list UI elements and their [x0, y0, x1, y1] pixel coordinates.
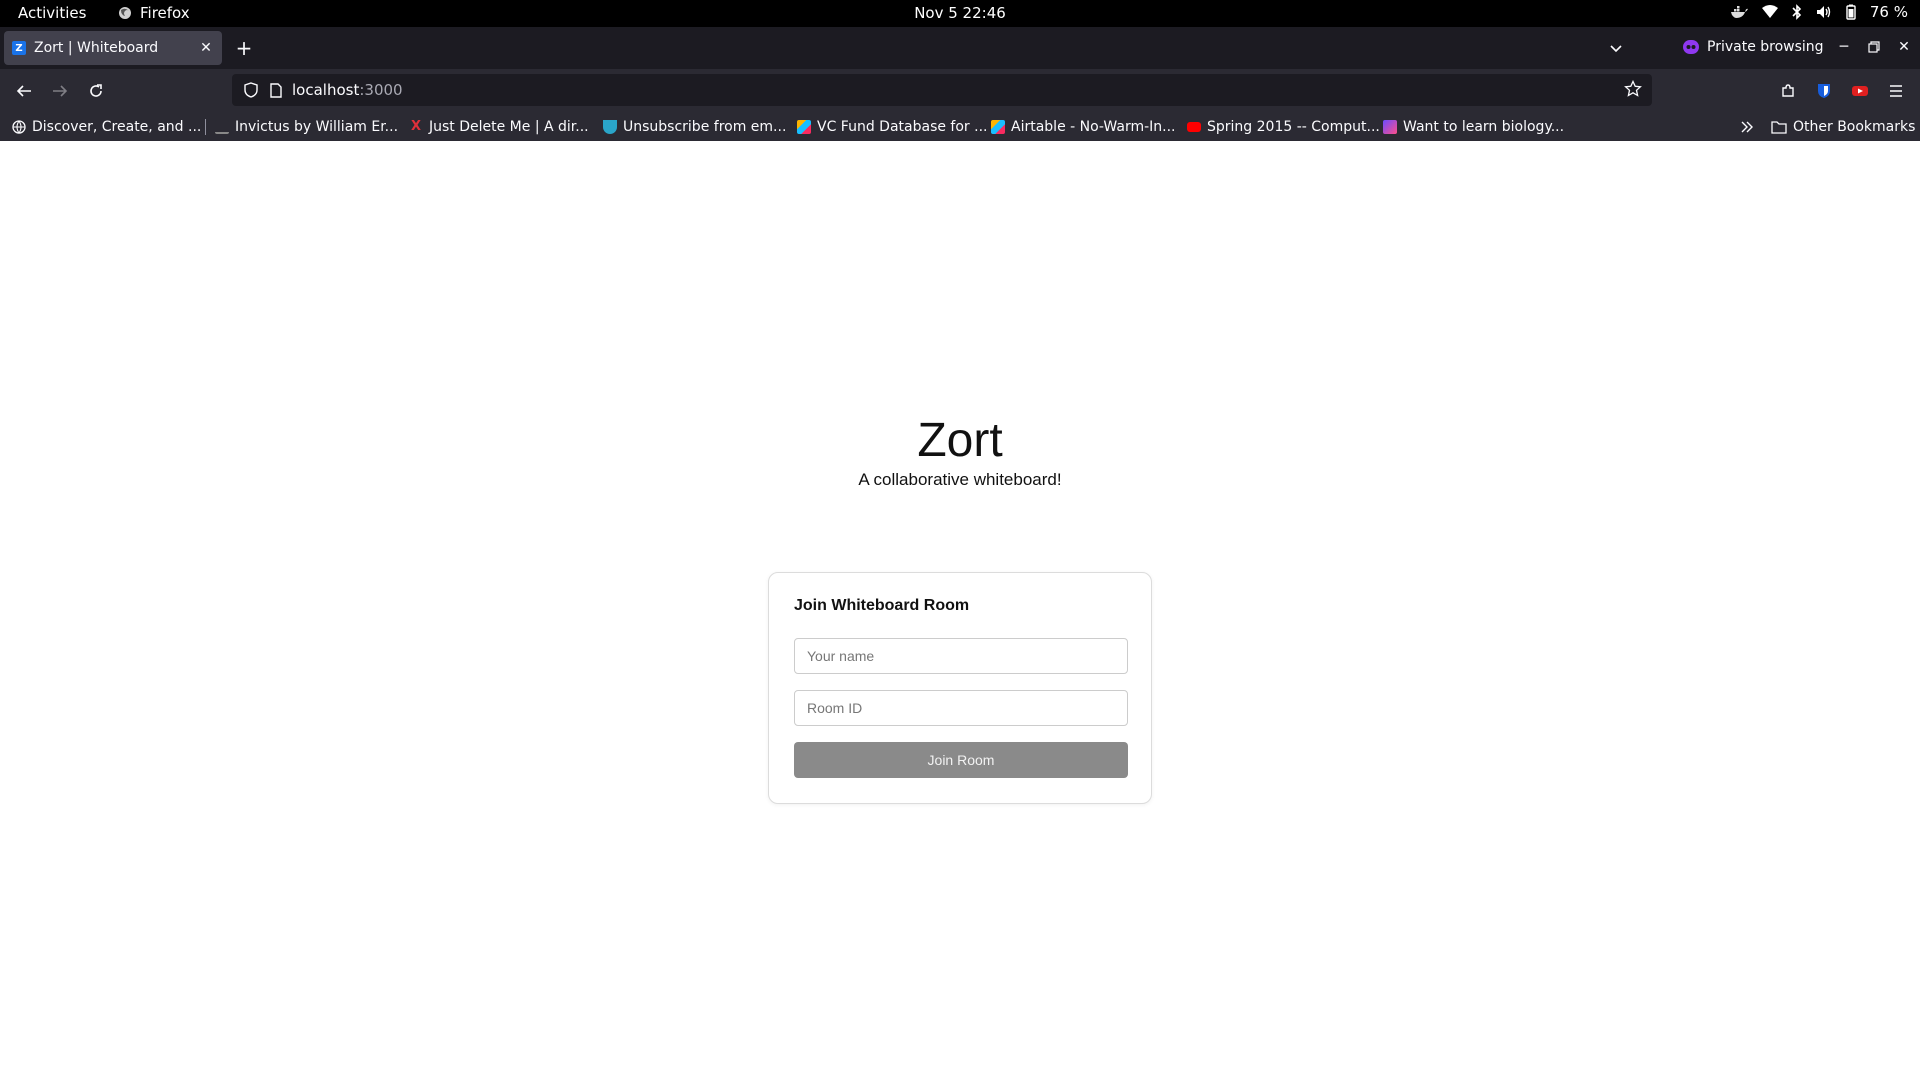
reload-icon [90, 84, 102, 97]
youtube-icon [1187, 122, 1201, 132]
bookmark-label: Invictus by William Er... [235, 119, 399, 135]
unroll-logo-icon [603, 120, 617, 134]
clock[interactable]: Nov 5 22:46 [914, 4, 1006, 22]
bookmark-label: Airtable - No-Warm-In... [1011, 119, 1176, 135]
app-menu[interactable]: Firefox [118, 4, 190, 22]
youtube-icon [1852, 86, 1868, 96]
page-content: Zort A collaborative whiteboard! Join Wh… [0, 141, 1920, 1080]
reload-button[interactable] [82, 77, 110, 105]
navigation-toolbar: localhost:3000 [0, 69, 1920, 113]
forward-button[interactable] [46, 77, 74, 105]
bookmark-item[interactable]: Unsubscribe from em... [603, 117, 786, 137]
bookmark-star-icon[interactable] [1624, 80, 1642, 98]
bitwarden-extension-button[interactable] [1810, 77, 1838, 105]
wifi-icon [1761, 5, 1778, 18]
activities-button[interactable]: Activities [18, 4, 86, 22]
tracking-protection-shield-icon[interactable] [244, 82, 258, 98]
hamburger-menu-icon [1890, 85, 1902, 97]
bookmark-label: Unsubscribe from em... [623, 119, 787, 135]
address-bar[interactable]: localhost:3000 [232, 74, 1652, 106]
tab-title: Zort | Whiteboard [34, 40, 159, 56]
hero: Zort A collaborative whiteboard! [0, 414, 1920, 490]
bookmark-label: Spring 2015 -- Comput... [1207, 119, 1380, 135]
bluetooth-icon [1792, 4, 1802, 20]
page-subtitle: A collaborative whiteboard! [858, 469, 1062, 489]
private-browsing-label: Private browsing [1707, 39, 1824, 55]
zort-favicon-icon: Z [12, 41, 26, 55]
name-input[interactable] [794, 638, 1128, 674]
private-mask-icon [1683, 40, 1699, 54]
bookmark-item[interactable]: X Just Delete Me | A dir... [409, 117, 589, 137]
page-title: Zort [917, 414, 1003, 467]
list-all-tabs-button[interactable] [1604, 37, 1628, 61]
more-bookmarks-chevron[interactable] [1740, 117, 1754, 137]
battery-icon [1846, 4, 1856, 20]
bookmark-separator [205, 119, 206, 135]
bitwarden-shield-icon [1818, 84, 1830, 98]
room-id-input[interactable] [794, 690, 1128, 726]
bookmark-label: Discover, Create, and ... [32, 119, 202, 135]
biology-site-icon [1383, 120, 1397, 134]
app-menu-button[interactable] [1882, 77, 1910, 105]
url-text: localhost:3000 [292, 81, 403, 99]
other-bookmarks-folder[interactable]: Other Bookmarks [1771, 117, 1915, 137]
back-button[interactable] [10, 77, 38, 105]
bookmark-label: Want to learn biology... [1403, 119, 1565, 135]
new-tab-button[interactable]: + [232, 36, 256, 60]
globe-icon [12, 120, 26, 134]
close-tab-icon[interactable]: ✕ [194, 36, 218, 60]
bookmark-item[interactable]: Airtable - No-Warm-In... [991, 117, 1176, 137]
docker-icon [1730, 6, 1748, 18]
bookmark-label: VC Fund Database for ... [817, 119, 988, 135]
bookmark-item[interactable]: Invictus by William Er... [215, 117, 398, 137]
minimize-window-icon[interactable]: ─ [1832, 35, 1856, 59]
tab-zort-whiteboard[interactable]: Z Zort | Whiteboard ✕ [4, 31, 222, 65]
airtable-logo-icon [991, 120, 1005, 134]
youtube-extension-button[interactable] [1846, 77, 1874, 105]
tab-strip: Z Zort | Whiteboard ✕ + Private browsing… [0, 27, 1920, 69]
feather-icon [215, 120, 229, 134]
bookmark-item[interactable]: Spring 2015 -- Comput... [1187, 117, 1380, 137]
join-room-button[interactable]: Join Room [794, 742, 1128, 778]
arrow-left-icon [16, 85, 31, 97]
page-info-icon[interactable] [270, 82, 282, 98]
card-heading: Join Whiteboard Room [794, 597, 970, 614]
other-bookmarks-label: Other Bookmarks [1793, 119, 1916, 135]
system-tray[interactable]: 76 % [1730, 3, 1908, 21]
bookmark-item[interactable]: Want to learn biology... [1383, 117, 1564, 137]
airtable-logo-icon [797, 120, 811, 134]
system-top-bar: Activities Firefox Nov 5 22:46 76 % [0, 0, 1920, 27]
puzzle-icon [1782, 84, 1794, 97]
bookmarks-toolbar: Discover, Create, and ... Invictus by Wi… [0, 113, 1920, 141]
bookmark-item[interactable]: VC Fund Database for ... [797, 117, 987, 137]
bookmark-label: Just Delete Me | A dir... [429, 119, 589, 135]
url-port: :3000 [359, 81, 403, 99]
battery-percent: 76 % [1869, 3, 1908, 21]
bookmark-item[interactable]: Discover, Create, and ... [12, 117, 201, 137]
close-window-icon[interactable]: ✕ [1892, 35, 1916, 59]
x-logo-icon: X [410, 119, 422, 134]
double-chevron-right-icon [1741, 121, 1753, 133]
join-room-card: Join Whiteboard Room Join Room [768, 572, 1152, 804]
folder-icon [1771, 121, 1787, 134]
volume-icon [1816, 6, 1831, 18]
extensions-button[interactable] [1774, 77, 1802, 105]
firefox-icon [119, 7, 131, 19]
chevron-down-icon [1610, 45, 1622, 53]
private-browsing-indicator: Private browsing [1683, 35, 1824, 59]
arrow-right-icon [53, 85, 68, 97]
app-name: Firefox [140, 4, 190, 22]
url-host: localhost [292, 81, 360, 99]
restore-window-icon[interactable] [1862, 35, 1886, 59]
